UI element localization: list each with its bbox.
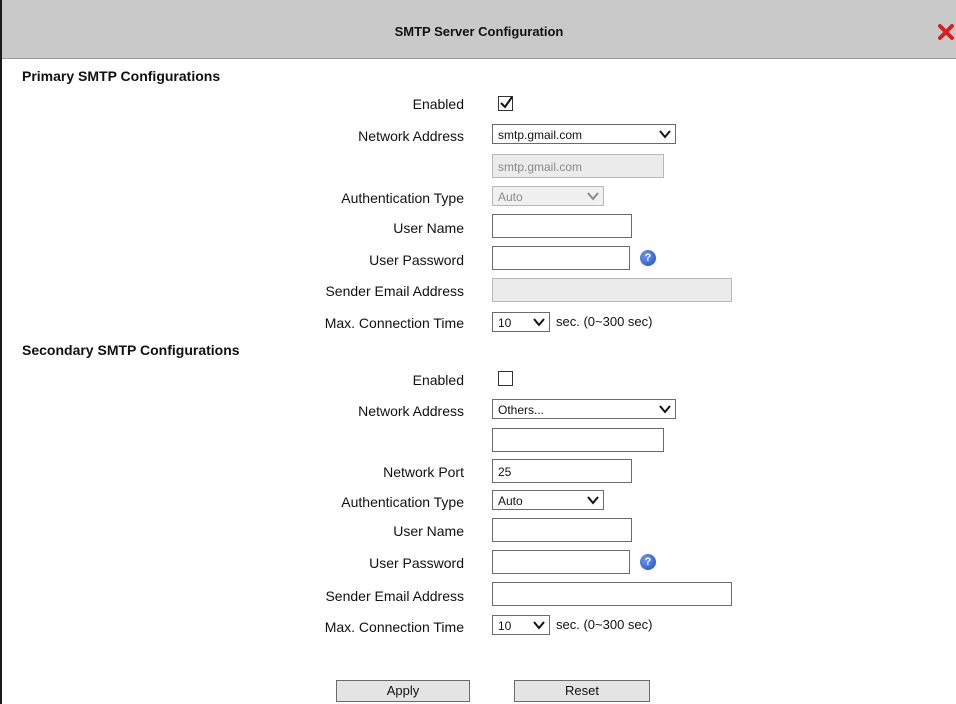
secondary-auth-type-selected: Auto xyxy=(498,494,523,508)
apply-button[interactable]: Apply xyxy=(336,680,470,702)
secondary-user-password-label: User Password xyxy=(369,555,464,571)
reset-button[interactable]: Reset xyxy=(514,680,650,702)
primary-network-address-input: smtp.gmail.com xyxy=(492,154,664,178)
secondary-max-conn-label: Max. Connection Time xyxy=(324,619,464,635)
primary-auth-type-label: Authentication Type xyxy=(341,190,464,206)
primary-max-conn-select[interactable]: 10 xyxy=(492,312,550,332)
primary-max-conn-label: Max. Connection Time xyxy=(324,315,464,331)
primary-sender-email-label: Sender Email Address xyxy=(325,283,464,299)
help-icon[interactable]: ? xyxy=(640,250,656,266)
secondary-section-title: Secondary SMTP Configurations xyxy=(22,342,240,358)
chevron-down-icon xyxy=(587,494,599,508)
primary-network-address-value: smtp.gmail.com xyxy=(498,160,583,174)
secondary-sender-email-input[interactable] xyxy=(492,582,732,606)
help-icon[interactable]: ? xyxy=(640,554,656,570)
secondary-user-password-input[interactable] xyxy=(492,550,630,574)
primary-enabled-checkbox[interactable] xyxy=(498,96,513,111)
primary-auth-type-selected: Auto xyxy=(498,190,523,204)
primary-max-conn-selected: 10 xyxy=(498,316,512,330)
secondary-max-conn-select[interactable]: 10 xyxy=(492,615,550,635)
primary-network-address-select[interactable]: smtp.gmail.com xyxy=(492,124,676,144)
secondary-max-conn-unit: sec. (0~300 sec) xyxy=(556,617,653,632)
check-icon xyxy=(500,96,513,109)
secondary-auth-type-select[interactable]: Auto xyxy=(492,490,604,510)
secondary-network-port-value: 25 xyxy=(498,465,512,479)
primary-sender-email-input xyxy=(492,278,732,302)
secondary-user-name-label: User Name xyxy=(393,523,464,539)
secondary-network-address-input[interactable] xyxy=(492,428,664,452)
primary-auth-type-select: Auto xyxy=(492,186,604,206)
primary-user-name-label: User Name xyxy=(393,220,464,236)
secondary-user-name-input[interactable] xyxy=(492,518,632,542)
secondary-auth-type-label: Authentication Type xyxy=(341,494,464,510)
secondary-sender-email-label: Sender Email Address xyxy=(325,588,464,604)
secondary-network-port-input[interactable]: 25 xyxy=(492,459,632,483)
chevron-down-icon xyxy=(533,619,545,633)
primary-user-name-input[interactable] xyxy=(492,214,632,238)
dialog-titlebar: SMTP Server Configuration xyxy=(2,0,956,59)
secondary-network-port-label: Network Port xyxy=(383,464,464,480)
primary-enabled-label: Enabled xyxy=(412,96,464,112)
primary-network-address-label: Network Address xyxy=(358,128,464,144)
secondary-network-address-label: Network Address xyxy=(358,403,464,419)
primary-user-password-input[interactable] xyxy=(492,246,630,270)
primary-user-password-label: User Password xyxy=(369,252,464,268)
chevron-down-icon xyxy=(659,403,671,417)
primary-section-title: Primary SMTP Configurations xyxy=(22,68,221,84)
chevron-down-icon xyxy=(533,316,545,330)
secondary-enabled-checkbox[interactable] xyxy=(498,371,513,386)
secondary-network-address-selected: Others... xyxy=(498,403,545,417)
chevron-down-icon xyxy=(659,128,671,142)
secondary-enabled-label: Enabled xyxy=(412,372,464,388)
primary-max-conn-unit: sec. (0~300 sec) xyxy=(556,314,653,329)
chevron-down-icon xyxy=(587,190,599,204)
close-icon[interactable] xyxy=(938,23,956,41)
dialog-title: SMTP Server Configuration xyxy=(394,24,564,39)
primary-network-address-selected: smtp.gmail.com xyxy=(498,128,583,142)
secondary-max-conn-selected: 10 xyxy=(498,619,512,633)
secondary-network-address-select[interactable]: Others... xyxy=(492,399,676,419)
